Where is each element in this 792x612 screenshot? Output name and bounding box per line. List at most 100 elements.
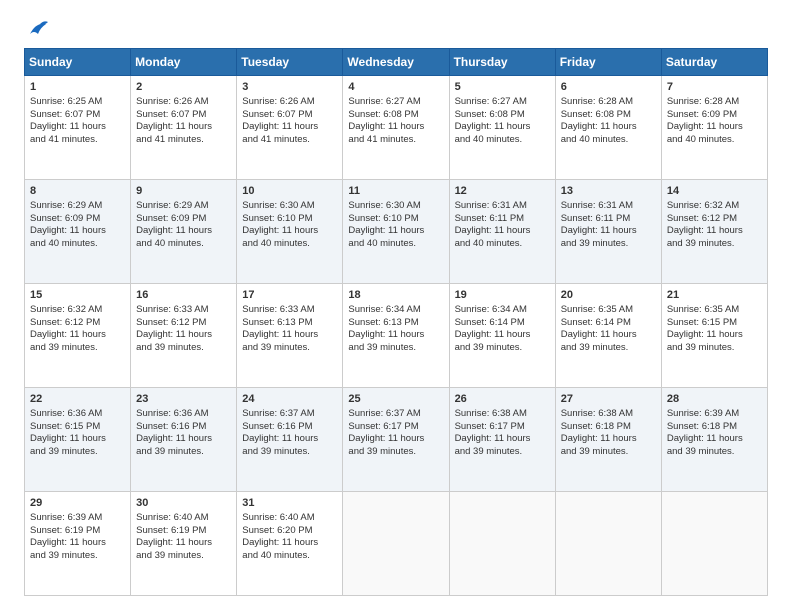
day-info-line: and 39 minutes. [30, 342, 125, 355]
day-number: 30 [136, 496, 231, 511]
day-number: 19 [455, 288, 550, 303]
day-info-line: Daylight: 11 hours [455, 329, 550, 342]
day-info-line: Sunset: 6:17 PM [455, 421, 550, 434]
day-info-line: and 40 minutes. [30, 238, 125, 251]
day-info-line: Sunrise: 6:27 AM [348, 96, 443, 109]
calendar-cell: 2Sunrise: 6:26 AMSunset: 6:07 PMDaylight… [131, 76, 237, 180]
day-info-line: Sunset: 6:07 PM [242, 109, 337, 122]
day-number: 31 [242, 496, 337, 511]
day-info-line: Sunset: 6:14 PM [561, 317, 656, 330]
calendar-cell: 27Sunrise: 6:38 AMSunset: 6:18 PMDayligh… [555, 388, 661, 492]
day-info-line: Sunrise: 6:36 AM [30, 408, 125, 421]
day-info-line: Sunset: 6:10 PM [242, 213, 337, 226]
day-info-line: Sunrise: 6:35 AM [561, 304, 656, 317]
day-info-line: Daylight: 11 hours [30, 537, 125, 550]
day-info-line: Sunrise: 6:26 AM [136, 96, 231, 109]
calendar-cell: 21Sunrise: 6:35 AMSunset: 6:15 PMDayligh… [661, 284, 767, 388]
day-info-line: Sunset: 6:15 PM [30, 421, 125, 434]
day-info-line: and 39 minutes. [30, 446, 125, 459]
day-number: 28 [667, 392, 762, 407]
day-info-line: Sunrise: 6:33 AM [136, 304, 231, 317]
calendar-cell: 30Sunrise: 6:40 AMSunset: 6:19 PMDayligh… [131, 492, 237, 596]
day-info-line: Sunset: 6:08 PM [561, 109, 656, 122]
day-info-line: and 40 minutes. [455, 134, 550, 147]
day-info-line: and 40 minutes. [136, 238, 231, 251]
day-info-line: Daylight: 11 hours [348, 225, 443, 238]
day-number: 8 [30, 184, 125, 199]
calendar-cell: 4Sunrise: 6:27 AMSunset: 6:08 PMDaylight… [343, 76, 449, 180]
day-info-line: Sunrise: 6:32 AM [30, 304, 125, 317]
day-info-line: and 41 minutes. [30, 134, 125, 147]
day-info-line: Sunset: 6:19 PM [30, 525, 125, 538]
calendar-cell: 25Sunrise: 6:37 AMSunset: 6:17 PMDayligh… [343, 388, 449, 492]
day-info-line: Sunrise: 6:30 AM [242, 200, 337, 213]
day-number: 20 [561, 288, 656, 303]
logo [24, 20, 48, 38]
day-info-line: Sunset: 6:11 PM [455, 213, 550, 226]
calendar-cell: 15Sunrise: 6:32 AMSunset: 6:12 PMDayligh… [25, 284, 131, 388]
logo-bird-icon [26, 20, 48, 38]
day-info-line: Sunrise: 6:37 AM [242, 408, 337, 421]
calendar-cell: 26Sunrise: 6:38 AMSunset: 6:17 PMDayligh… [449, 388, 555, 492]
day-number: 24 [242, 392, 337, 407]
calendar-header-saturday: Saturday [661, 49, 767, 76]
day-number: 25 [348, 392, 443, 407]
day-info-line: Sunrise: 6:29 AM [136, 200, 231, 213]
calendar-cell: 10Sunrise: 6:30 AMSunset: 6:10 PMDayligh… [237, 180, 343, 284]
day-info-line: Daylight: 11 hours [30, 329, 125, 342]
day-number: 4 [348, 80, 443, 95]
calendar-header-tuesday: Tuesday [237, 49, 343, 76]
calendar-cell [449, 492, 555, 596]
calendar-header-monday: Monday [131, 49, 237, 76]
day-info-line: Daylight: 11 hours [455, 121, 550, 134]
day-info-line: Daylight: 11 hours [242, 121, 337, 134]
calendar-cell: 17Sunrise: 6:33 AMSunset: 6:13 PMDayligh… [237, 284, 343, 388]
day-info-line: and 40 minutes. [242, 238, 337, 251]
day-info-line: Daylight: 11 hours [348, 433, 443, 446]
calendar-cell: 19Sunrise: 6:34 AMSunset: 6:14 PMDayligh… [449, 284, 555, 388]
day-number: 2 [136, 80, 231, 95]
day-info-line: and 41 minutes. [348, 134, 443, 147]
day-info-line: Daylight: 11 hours [455, 225, 550, 238]
day-info-line: Sunset: 6:18 PM [561, 421, 656, 434]
calendar-cell: 28Sunrise: 6:39 AMSunset: 6:18 PMDayligh… [661, 388, 767, 492]
calendar-header-wednesday: Wednesday [343, 49, 449, 76]
day-info-line: Sunset: 6:12 PM [667, 213, 762, 226]
day-number: 11 [348, 184, 443, 199]
calendar-cell: 31Sunrise: 6:40 AMSunset: 6:20 PMDayligh… [237, 492, 343, 596]
day-info-line: and 39 minutes. [561, 238, 656, 251]
day-info-line: and 39 minutes. [30, 550, 125, 563]
day-info-line: Sunrise: 6:29 AM [30, 200, 125, 213]
day-info-line: Daylight: 11 hours [136, 537, 231, 550]
day-number: 1 [30, 80, 125, 95]
calendar-cell: 11Sunrise: 6:30 AMSunset: 6:10 PMDayligh… [343, 180, 449, 284]
day-info-line: Daylight: 11 hours [455, 433, 550, 446]
calendar-week-row: 29Sunrise: 6:39 AMSunset: 6:19 PMDayligh… [25, 492, 768, 596]
day-info-line: Daylight: 11 hours [30, 121, 125, 134]
day-info-line: Sunset: 6:07 PM [30, 109, 125, 122]
day-number: 26 [455, 392, 550, 407]
calendar-header-row: SundayMondayTuesdayWednesdayThursdayFrid… [25, 49, 768, 76]
day-info-line: and 39 minutes. [561, 342, 656, 355]
calendar-cell: 23Sunrise: 6:36 AMSunset: 6:16 PMDayligh… [131, 388, 237, 492]
day-info-line: Sunrise: 6:39 AM [667, 408, 762, 421]
day-info-line: Sunrise: 6:35 AM [667, 304, 762, 317]
day-info-line: Daylight: 11 hours [667, 121, 762, 134]
calendar-cell: 12Sunrise: 6:31 AMSunset: 6:11 PMDayligh… [449, 180, 555, 284]
day-info-line: Sunrise: 6:27 AM [455, 96, 550, 109]
day-info-line: Sunset: 6:15 PM [667, 317, 762, 330]
day-info-line: and 39 minutes. [136, 446, 231, 459]
calendar-cell [555, 492, 661, 596]
day-info-line: Sunrise: 6:38 AM [561, 408, 656, 421]
day-info-line: Daylight: 11 hours [136, 225, 231, 238]
logo-text [24, 20, 48, 38]
day-info-line: Sunset: 6:11 PM [561, 213, 656, 226]
day-info-line: Sunset: 6:10 PM [348, 213, 443, 226]
day-info-line: Sunrise: 6:31 AM [455, 200, 550, 213]
day-info-line: Sunset: 6:09 PM [667, 109, 762, 122]
day-number: 27 [561, 392, 656, 407]
day-info-line: and 41 minutes. [136, 134, 231, 147]
calendar-header-friday: Friday [555, 49, 661, 76]
calendar-header-thursday: Thursday [449, 49, 555, 76]
day-info-line: Sunset: 6:16 PM [242, 421, 337, 434]
